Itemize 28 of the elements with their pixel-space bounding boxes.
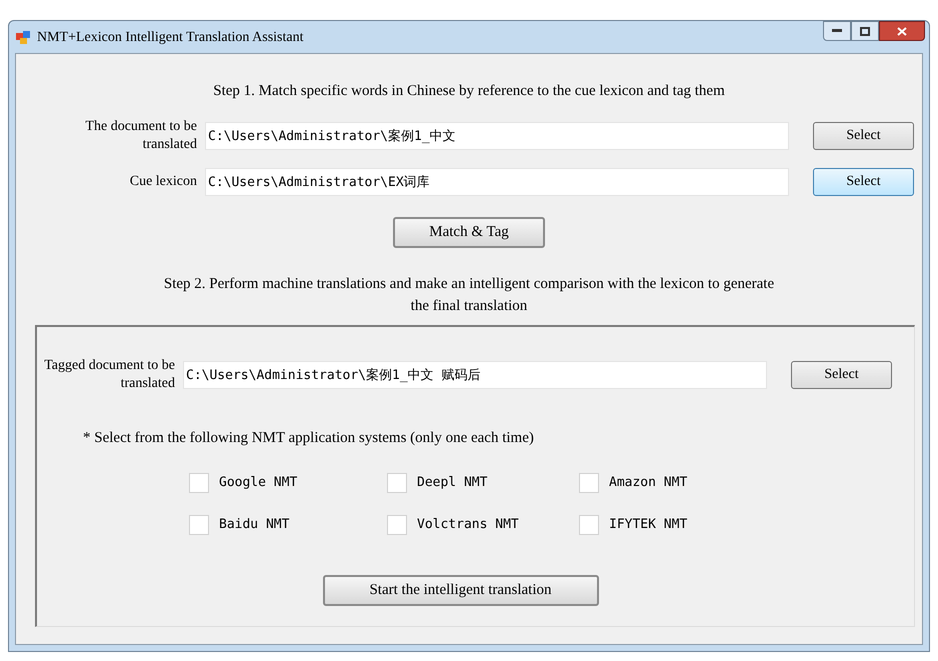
nmt-checkbox[interactable]: IFYTEK NMT bbox=[579, 514, 779, 536]
nmt-checkbox[interactable]: Baidu NMT bbox=[189, 514, 387, 536]
path-field[interactable]: C:\Users\Administrator\案例1_中文 赋码后 bbox=[183, 360, 767, 388]
close-button[interactable] bbox=[879, 21, 925, 41]
minimize-button[interactable] bbox=[823, 21, 851, 41]
nmt-checkbox[interactable]: Volctrans NMT bbox=[387, 514, 579, 536]
maximize-icon bbox=[860, 26, 870, 36]
select-button[interactable]: Select bbox=[813, 168, 914, 196]
select-button[interactable]: Select bbox=[813, 122, 914, 150]
nmt-checkbox[interactable]: Google NMT bbox=[189, 472, 387, 494]
field-label: The document to be translated bbox=[84, 118, 198, 154]
step-heading: Step 1. Match specific words in Chinese by reference to the cue lexicon and tag them bbox=[213, 82, 725, 101]
maximize-button[interactable] bbox=[851, 21, 879, 41]
start-translation-button[interactable]: Start the intelligent translation bbox=[322, 575, 598, 606]
field-label: Cue lexicon bbox=[128, 172, 198, 190]
match-tag-button[interactable]: Match & Tag bbox=[393, 216, 545, 248]
nmt-checkbox[interactable]: Amazon NMT bbox=[579, 472, 779, 494]
path-field[interactable]: C:\Users\Administrator\案例1_中文 bbox=[205, 122, 789, 150]
app-icon bbox=[15, 29, 31, 45]
window-title: NMT+Lexicon Intelligent Translation Assistant bbox=[37, 28, 304, 46]
nmt-checkbox[interactable]: Deepl NMT bbox=[387, 472, 579, 494]
select-button[interactable]: Select bbox=[791, 360, 892, 388]
close-icon bbox=[897, 26, 907, 36]
instruction-text: * Select from the following NMT application systems (only one each time) bbox=[83, 428, 535, 448]
step-heading: Step 2. Perform machine translations and make an intelligent comparison with the lexicon to generate the final translation bbox=[162, 274, 776, 316]
minimize-icon bbox=[832, 29, 842, 33]
path-field[interactable]: C:\Users\Administrator\EX词库 bbox=[205, 168, 789, 196]
field-label: Tagged document to be translated bbox=[44, 356, 176, 392]
